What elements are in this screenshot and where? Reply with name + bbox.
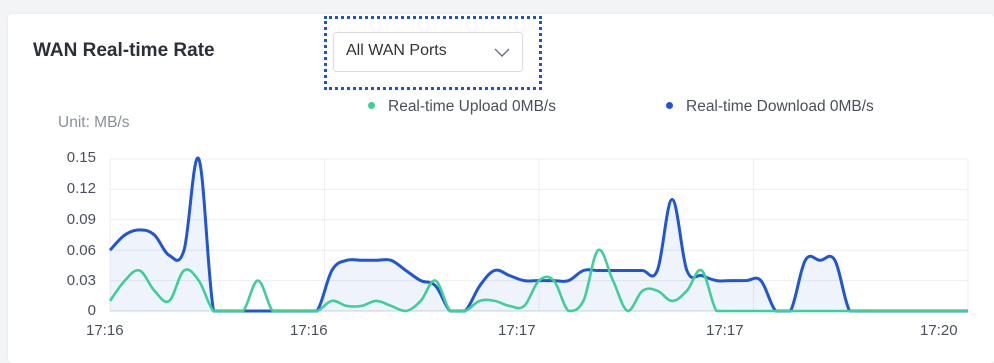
rate-chart	[108, 156, 969, 313]
